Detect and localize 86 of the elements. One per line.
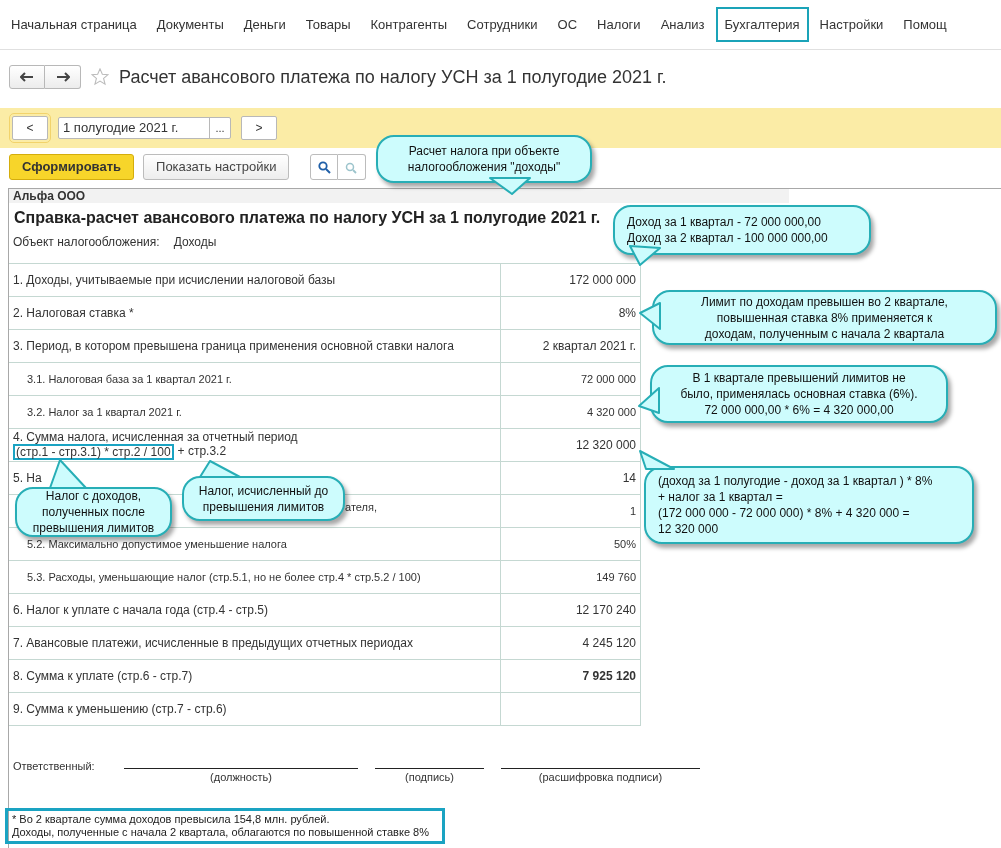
callout-text: В 1 квартале превышений лимитов не (692, 370, 906, 386)
forward-button[interactable] (45, 65, 81, 89)
row-label: 9. Сумма к уменьшению (стр.7 - стр.6) (13, 701, 227, 718)
row-label: 2. Налоговая ставка * (13, 305, 134, 322)
table-cell: 4 245 120 (501, 627, 641, 660)
callout-text: (доход за 1 полугодие - доход за 1 квартал ) * 8% (658, 473, 933, 489)
formula-highlight: (стр.1 - стр.3.1) * стр.2 / 100 (13, 443, 174, 460)
callout-text: Доход за 2 квартал - 100 000 000,00 (627, 230, 828, 246)
menu-item[interactable]: Помощ (894, 6, 956, 43)
table-cell: 12 170 240 (501, 594, 641, 627)
table-cell: 50% (501, 528, 641, 561)
callout-text: + налог за 1 квартал = (658, 489, 783, 505)
window-title: Расчет авансового платежа по налогу УСН за 1 полугодие 2021 г. (119, 65, 667, 89)
row-label: ателя, (345, 499, 377, 515)
row-label: 5. На (13, 470, 42, 487)
callout-text: Лимит по доходам превышен во 2 квартале, (701, 293, 948, 310)
row-label: 5.2. Максимально допустимое уменьшение налога (27, 536, 287, 552)
footnote-text: * Во 2 квартале сумма доходов превысила 154,8 млн. рублей. (12, 812, 331, 826)
callout-text: Налог, исчисленный до (198, 482, 329, 499)
menu-item[interactable]: Анализ (651, 6, 714, 43)
menu-item[interactable]: Документы (147, 6, 233, 43)
callout-text: превышения лимитов (202, 498, 325, 515)
callout-text: повышенная ставка 8% применяется к (716, 309, 933, 326)
menu-item[interactable]: Налоги (588, 6, 650, 43)
menu-item[interactable]: Контрагенты (361, 6, 457, 43)
period-field[interactable]: 1 полугодие 2021 г. ... (58, 117, 231, 139)
table-cell: 172 000 000 (501, 264, 641, 297)
row-label: 7. Авансовые платежи, исчисленные в предыдущих отчетных периодах (13, 635, 413, 652)
table-cell: 8% (501, 297, 641, 330)
period-value: 1 полугодие 2021 г. (62, 119, 180, 137)
callout-text: было, применялась основная ставка (6%). (680, 386, 918, 402)
star-icon[interactable] (91, 68, 109, 86)
arrow-right-icon (55, 72, 70, 82)
search-button[interactable] (310, 154, 339, 180)
row-label: 3.1. Налоговая база за 1 квартал 2021 г. (27, 371, 232, 387)
menu-item[interactable]: Начальная страница (2, 6, 146, 43)
callout-text: Доход за 1 квартал - 72 000 000,00 (627, 214, 821, 230)
table-cell: 72 000 000 (501, 363, 641, 396)
row-label: 1. Доходы, учитываемые при исчислении налоговой базы (13, 272, 336, 289)
callout-text: доходам, полученным с начала 2 квартала (704, 325, 945, 342)
menu-item[interactable]: Бухгалтерия (715, 6, 809, 43)
table-cell: 14 (501, 462, 641, 495)
generate-button[interactable]: Сформировать (9, 154, 135, 180)
callout-text: 72 000 000,00 * 6% = 4 320 000,00 (704, 402, 894, 418)
report-heading: Справка-расчет авансового платежа по налогу УСН за 1 полугодие 2021 г. (14, 209, 601, 226)
table-cell: 4 320 000 (501, 396, 641, 429)
table-cell: 7 925 120 (501, 660, 641, 693)
callout-text: Расчет налога при объекте (408, 143, 560, 159)
row-label: 3. Период, в котором превышена граница применения основной ставки налога (13, 338, 454, 355)
previous-period-button[interactable]: < (12, 116, 48, 140)
row-label: 3.2. Налог за 1 квартал 2021 г. (27, 404, 182, 420)
row-label: 4. Сумма налога, исчисленная за отчетный период (13, 430, 298, 444)
footnote-text: Доходы, полученные с начала 2 квартала, облагаются по повышенной ставке 8% (12, 825, 430, 839)
table-cell: 1 (501, 495, 641, 528)
next-period-button[interactable]: > (241, 116, 277, 140)
search-icon (317, 160, 331, 174)
signature-caption: (расшифровка подписи) (538, 770, 663, 785)
row-label: 8. Сумма к уплате (стр.6 - стр.7) (13, 668, 193, 685)
callout-text: (172 000 000 - 72 000 000) * 8% + 4 320 000 = (658, 505, 910, 521)
menu-item[interactable]: ОС (548, 6, 587, 43)
table-cell: 12 320 000 (501, 429, 641, 462)
signature-caption: (должность) (210, 770, 272, 785)
callout-text: полученных после (42, 504, 145, 520)
table-cell: 2 квартал 2021 г. (501, 330, 641, 363)
arrow-left-icon (20, 72, 34, 82)
formula-text: + стр.3.2 (177, 445, 227, 458)
back-button[interactable] (9, 65, 45, 89)
callout-text: 12 320 000 (658, 521, 719, 537)
row-label: 6. Налог к уплате с начала года (стр.4 - стр.5) (13, 602, 268, 619)
object-label: Объект налогообложения: (13, 234, 160, 251)
menu-item[interactable]: Деньги (234, 6, 295, 43)
organization-name: Альфа ООО (12, 188, 86, 205)
settings-button[interactable]: Показать настройки (143, 154, 290, 180)
search-icon (345, 160, 359, 174)
menu-item[interactable]: Товары (296, 6, 360, 43)
choose-period-button[interactable]: ... (209, 118, 230, 138)
callout-text: налогообложения "доходы" (407, 159, 561, 175)
signature-caption: (подпись) (405, 770, 454, 785)
menu-item[interactable]: Сотрудники (458, 6, 547, 43)
callout-text: превышения лимитов (32, 520, 155, 536)
row-label: 5.3. Расходы, уменьшающие налог (стр.5.1, но не более стр.4 * стр.5.2 / 100) (27, 569, 421, 585)
signature-label: Ответственный: (12, 759, 96, 774)
table-cell: 149 760 (501, 561, 641, 594)
callout-text: Налог с доходов, (45, 488, 142, 504)
menu-item[interactable]: Настройки (810, 6, 893, 43)
object-value: Доходы (173, 234, 217, 251)
